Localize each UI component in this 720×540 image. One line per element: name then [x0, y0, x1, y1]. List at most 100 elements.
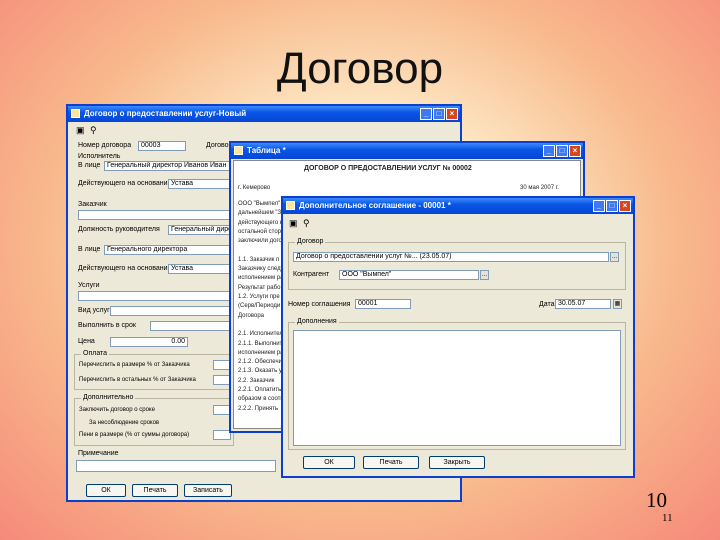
maximize-icon[interactable]: □: [556, 145, 568, 157]
manager-position-field[interactable]: Генеральный дире: [168, 225, 234, 235]
document-city: г. Кемерово: [238, 185, 271, 191]
save-icon[interactable]: ▣: [289, 218, 298, 228]
deadline-field[interactable]: [150, 321, 234, 331]
other-row-2-label: За несоблюдение сроков: [89, 420, 160, 426]
notes-label: Примечание: [78, 450, 119, 457]
date-label: Дата: [539, 301, 555, 308]
counterparty-label: Контрагент: [293, 271, 330, 278]
document-line: образом в соотв: [238, 396, 284, 403]
slide-number-large: 10: [646, 488, 667, 512]
structure-icon[interactable]: ⚲: [303, 218, 310, 228]
document-line: 2.1.3. Оказать ус: [238, 368, 285, 375]
additional-group: Дополнительно Заключить договор о сроке …: [74, 394, 234, 446]
services-label: Услуги: [78, 282, 100, 289]
minimize-icon[interactable]: _: [420, 108, 432, 120]
save-button[interactable]: Записать: [184, 484, 232, 497]
document-line: 2.1.1. Выполнит: [238, 340, 283, 347]
manager-position-label: Должность руководителя: [78, 226, 160, 233]
maximize-icon[interactable]: □: [433, 108, 445, 120]
minimize-icon[interactable]: _: [593, 200, 605, 212]
payment-row-1-label: Перечислить в размере % от Заказчика: [79, 362, 190, 368]
agreement-window: Дополнительное соглашение - 00001 * _ □ …: [281, 196, 635, 478]
customer-basis-field[interactable]: Устава: [168, 264, 234, 274]
document-line: действующего н: [238, 219, 284, 226]
table-icon: [234, 146, 243, 155]
executor-basis-label: Действующего на основании: [78, 180, 172, 187]
agreement-number-field[interactable]: 00001: [355, 299, 411, 309]
document-line: исполнением ра: [238, 275, 284, 282]
customer-represent-label: В лице: [78, 246, 101, 253]
document-line: 2.1.2. Обеспечит: [238, 359, 285, 366]
customer-field[interactable]: [78, 210, 234, 220]
agreement-print-button[interactable]: Печать: [363, 456, 419, 469]
other-row-3-label: Пени в размере (% от суммы договора): [79, 432, 190, 438]
save-icon[interactable]: ▣: [76, 125, 85, 135]
document-line: исполнением ра: [238, 349, 284, 356]
other-row-1-label: Заключить договор о сроке: [79, 407, 155, 413]
document-line: 2.2.2. Принять: [238, 405, 279, 412]
document-line: 2.2.1. Оплатить: [238, 387, 282, 393]
executor-represent-field[interactable]: Генеральный директор Иванов Иван Ив: [104, 161, 234, 171]
notes-field[interactable]: [76, 460, 276, 472]
agreement-ok-button[interactable]: ОК: [303, 456, 355, 469]
document-line: Результат рабо: [238, 284, 281, 291]
minimize-icon[interactable]: _: [543, 145, 555, 157]
document-line: Договора: [238, 312, 264, 319]
executor-represent-label: В лице: [78, 162, 101, 169]
contract-number-field[interactable]: 00003: [138, 141, 186, 151]
document-icon: [71, 109, 80, 118]
contract-group-caption: Договор: [295, 238, 326, 245]
additional-group-caption: Дополнительно: [81, 394, 136, 401]
date-field[interactable]: 30.05.07: [555, 299, 611, 309]
deadline-label: Выполнить в срок: [78, 322, 136, 329]
document-date: 30 мая 2007 г.: [520, 185, 559, 191]
close-icon[interactable]: ×: [619, 200, 631, 212]
additions-group: Дополнения: [288, 318, 626, 450]
additions-textarea[interactable]: [293, 330, 621, 446]
service-type-field[interactable]: [110, 306, 234, 316]
document-line: дальнейшем "За: [238, 210, 285, 217]
contract-select-field[interactable]: Договор о предоставлении услуг №... (23.…: [293, 252, 609, 262]
agreement-close-button[interactable]: Закрыть: [429, 456, 485, 469]
maximize-icon[interactable]: □: [606, 200, 618, 212]
document-line: заключили дого: [238, 238, 282, 245]
contract-select-button[interactable]: ...: [610, 252, 619, 262]
customer-represent-field[interactable]: Генерального директора: [104, 245, 234, 255]
agreement-titlebar[interactable]: Дополнительное соглашение - 00001 * _ □ …: [283, 198, 633, 214]
structure-icon[interactable]: ⚲: [90, 125, 97, 135]
agreement-title: Дополнительное соглашение - 00001 *: [299, 201, 451, 210]
calendar-icon[interactable]: ▦: [613, 299, 622, 309]
close-icon[interactable]: ×: [569, 145, 581, 157]
contract-number-label: Номер договора: [78, 142, 132, 149]
table-titlebar[interactable]: Таблица * _ □ ×: [231, 143, 583, 159]
price-label: Цена: [78, 338, 95, 345]
counterparty-select-button[interactable]: ...: [480, 270, 489, 280]
document-line: остальной стор: [238, 228, 282, 235]
customer-label: Заказчик: [78, 201, 107, 208]
document-line: ООО "Вымпел": [238, 201, 281, 207]
payment-row-2-label: Перечислить в остальных % от Заказчика: [79, 377, 196, 383]
executor-basis-field[interactable]: Устава: [168, 179, 234, 189]
executor-label: Исполнитель: [78, 153, 121, 160]
ok-button[interactable]: ОК: [86, 484, 126, 497]
close-icon[interactable]: ×: [446, 108, 458, 120]
counterparty-field[interactable]: ООО "Вымпел": [339, 270, 479, 280]
document-heading: ДОГОВОР О ПРЕДОСТАВЛЕНИИ УСЛУГ № 00002: [304, 165, 472, 172]
agreement-number-label: Номер соглашения: [288, 301, 351, 308]
slide-title: Договор: [276, 44, 444, 93]
services-field[interactable]: [78, 291, 234, 301]
customer-basis-label: Действующего на основании: [78, 265, 172, 272]
table-title: Таблица *: [247, 146, 286, 155]
additions-group-caption: Дополнения: [295, 318, 339, 325]
payment-group-caption: Оплата: [81, 350, 110, 357]
service-type-label: Вид услуг: [78, 307, 110, 314]
document-line: 1.2. Услуги пре: [238, 294, 280, 300]
contract-form-title: Договор о предоставлении услуг-Новый: [84, 109, 247, 118]
document-line: 1.1. Заказчик п: [238, 256, 280, 263]
document-line: 2.1. Исполнител: [238, 331, 283, 338]
contract-form-titlebar[interactable]: Договор о предоставлении услуг-Новый _ □…: [68, 106, 460, 122]
slide-background: Договор Договор о предоставлении услуг-Н…: [0, 0, 720, 540]
document-icon: [286, 201, 295, 210]
print-button[interactable]: Печать: [132, 484, 178, 497]
price-field[interactable]: 0.00: [110, 337, 188, 347]
